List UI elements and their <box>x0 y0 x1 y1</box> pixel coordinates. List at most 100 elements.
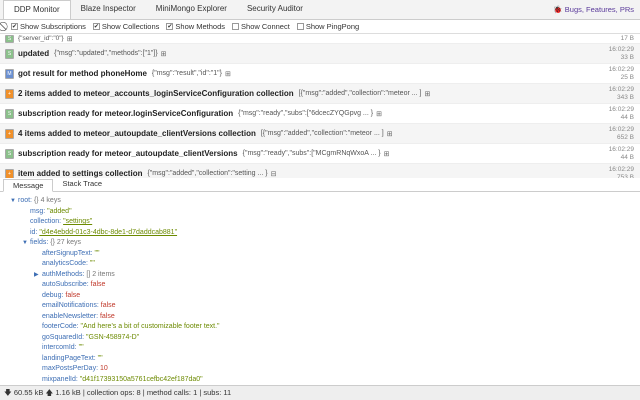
tree-value: "settings" <box>63 218 93 225</box>
tab-ddp-monitor[interactable]: DDP Monitor <box>3 0 71 19</box>
tree-meta: {} 4 keys <box>33 197 61 204</box>
message-size: 25 B <box>620 74 634 81</box>
log-row[interactable]: S {"server_id":"0"} ⊞ 17 B <box>0 34 640 44</box>
log-row[interactable]: + item added to settings collection {"msg"… <box>0 164 640 178</box>
log-title: 2 items added to meteor_accounts_loginSe… <box>18 89 294 98</box>
log-row[interactable]: Mgot result for method phoneHome {"msg":"… <box>0 64 640 84</box>
expand-icon[interactable]: ⊞ <box>161 50 167 58</box>
tree-key: maxPostsPerDay: <box>42 365 99 372</box>
filter-label: Show Subscriptions <box>20 22 86 31</box>
filter-label: Show PingPong <box>305 22 360 31</box>
filter-label: Show Collections <box>101 22 160 31</box>
tree-key: enableNewsletter: <box>42 312 99 320</box>
timestamp: 16:02:29 <box>608 66 634 73</box>
log-title: subscription ready for meteor_autoupdate… <box>18 149 238 158</box>
log-meta: 16:02:29 652 B <box>609 126 634 142</box>
expand-icon[interactable]: ⊞ <box>225 70 231 78</box>
tab-blaze-inspector[interactable]: Blaze Inspector <box>71 0 146 19</box>
tree-key: fields: <box>30 239 49 246</box>
expand-right-icon[interactable]: ▶ <box>34 270 42 281</box>
tree-node: id: "d4e4ebdd-01c3-4dbc-8de1-d7daddcab88… <box>0 228 640 239</box>
timestamp: 16:02:29 <box>608 46 634 53</box>
expand-icon[interactable]: ⊞ <box>67 35 73 43</box>
download-icon: 🡇 <box>4 388 12 397</box>
timestamp: 16:02:29 <box>608 106 634 113</box>
log-row[interactable]: Ssubscription ready for meteor.loginServ… <box>0 104 640 124</box>
tree-key: goSquaredId: <box>42 333 85 341</box>
checkbox[interactable] <box>296 23 304 30</box>
message-size: 44 B <box>620 114 634 121</box>
checkbox[interactable]: ✔ <box>11 23 18 30</box>
log-row[interactable]: +2 items added to meteor_accounts_loginS… <box>0 84 640 104</box>
collection-icon: + <box>5 168 14 178</box>
filter-label: Show Connect <box>241 22 290 31</box>
tree-value: "" <box>78 344 84 351</box>
detail-tabs: Message Stack Trace <box>0 178 640 192</box>
filter-show-subscriptions[interactable]: ✔ Show Subscriptions <box>11 22 86 31</box>
log-meta: 16:02:29 343 B <box>609 86 634 102</box>
expand-icon[interactable]: ⊞ <box>424 90 430 98</box>
tree-value: false <box>65 291 81 299</box>
checkbox[interactable] <box>232 23 240 30</box>
log-row[interactable]: +4 items added to meteor_autoupdate_clie… <box>0 124 640 144</box>
checkbox[interactable]: ✔ <box>166 23 174 30</box>
tree-node: debug: false <box>0 291 640 302</box>
tree-value: "And here's a bit of customizable footer… <box>80 323 220 330</box>
tree-key: id: <box>30 228 38 236</box>
tree-node: ▶ authMethods: [] 2 items <box>0 270 640 281</box>
bugs-link[interactable]: 🐞 Bugs, Features, PRs <box>553 5 634 14</box>
expand-down-icon[interactable]: ▼ <box>10 196 18 207</box>
tab-message[interactable]: Message <box>3 179 54 192</box>
log-json: {"msg":"added","collection":"setting ...… <box>147 170 268 177</box>
log-meta: 16:02:29 33 B <box>609 46 634 62</box>
tree-node: afterSignupText: "" <box>0 249 640 260</box>
filter-show-pingpong[interactable]: Show PingPong <box>296 22 360 31</box>
tree-value: 10 <box>99 365 108 372</box>
tree-key: root: <box>18 197 33 204</box>
tab-security-auditor[interactable]: Security Auditor <box>237 0 313 19</box>
message-size: 652 B <box>617 134 634 141</box>
tree-key: authMethods: <box>42 270 85 278</box>
log-row[interactable]: Supdated {"msg":"updated","methods":["1"]… <box>0 44 640 64</box>
tree-node: collection: "settings" <box>0 217 640 228</box>
tree-key: landingPageText: <box>42 354 96 362</box>
tree-node: ▼ root: {} 4 keys <box>0 196 640 207</box>
tree-node: intercomId: "" <box>0 343 640 354</box>
checkbox[interactable]: ✔ <box>92 23 100 30</box>
log-row[interactable]: Ssubscription ready for meteor_autoupdat… <box>0 144 640 164</box>
tree-node: autoSubscribe: false <box>0 280 640 291</box>
tree-value: false <box>90 281 106 288</box>
filter-show-connect[interactable]: Show Connect <box>232 22 290 31</box>
status-bar: 🡇 60.55 kB 🡅 1.16 kB | collection ops: 8… <box>0 385 640 400</box>
tree-value: "" <box>94 249 100 257</box>
expand-icon[interactable]: ⊞ <box>376 110 382 118</box>
collection-icon: + <box>5 88 14 99</box>
tree-key: collection: <box>30 218 62 225</box>
tree-value: "" <box>89 260 95 267</box>
filter-bar: ⃠ ✔Show Subscriptions✔Show Collections✔S… <box>0 20 640 34</box>
expand-icon[interactable]: ⊞ <box>384 150 390 158</box>
log-title: got result for method phoneHome <box>18 69 147 78</box>
log-json: {"server_id":"0"} <box>18 34 64 42</box>
tab-minimongo-explorer[interactable]: MiniMongo Explorer <box>146 0 237 19</box>
tree-meta: [] 2 items <box>86 270 115 278</box>
subscription-icon: S <box>5 108 14 119</box>
expand-icon[interactable]: ⊞ <box>387 130 393 138</box>
filter-label: Show Methods <box>175 22 226 31</box>
log-json: {"msg":"updated","methods":["1"]} <box>54 50 158 57</box>
tree-key: emailNotifications: <box>42 302 99 309</box>
tree-value: "d41f17393150a5761cefbc42ef187da0" <box>79 375 203 383</box>
log-title: item added to settings collection <box>18 169 143 178</box>
tree-node: footerCode: "And here's a bit of customi… <box>0 322 640 333</box>
log-json: [{"msg":"added","collection":"meteor ...… <box>260 130 384 137</box>
expand-icon[interactable]: ⊟ <box>271 170 277 178</box>
timestamp: 16:02:29 <box>608 146 634 153</box>
tree-key: footerCode: <box>42 323 79 330</box>
filter-show-methods[interactable]: ✔ Show Methods <box>166 22 225 31</box>
subscription-icon: S <box>5 34 14 43</box>
expand-down-icon[interactable]: ▼ <box>22 238 30 249</box>
tree-node: landingPageText: "" <box>0 354 640 365</box>
tree-node: emailNotifications: false <box>0 301 640 312</box>
tab-stack-trace[interactable]: Stack Trace <box>53 178 111 191</box>
filter-show-collections[interactable]: ✔ Show Collections <box>92 22 160 31</box>
